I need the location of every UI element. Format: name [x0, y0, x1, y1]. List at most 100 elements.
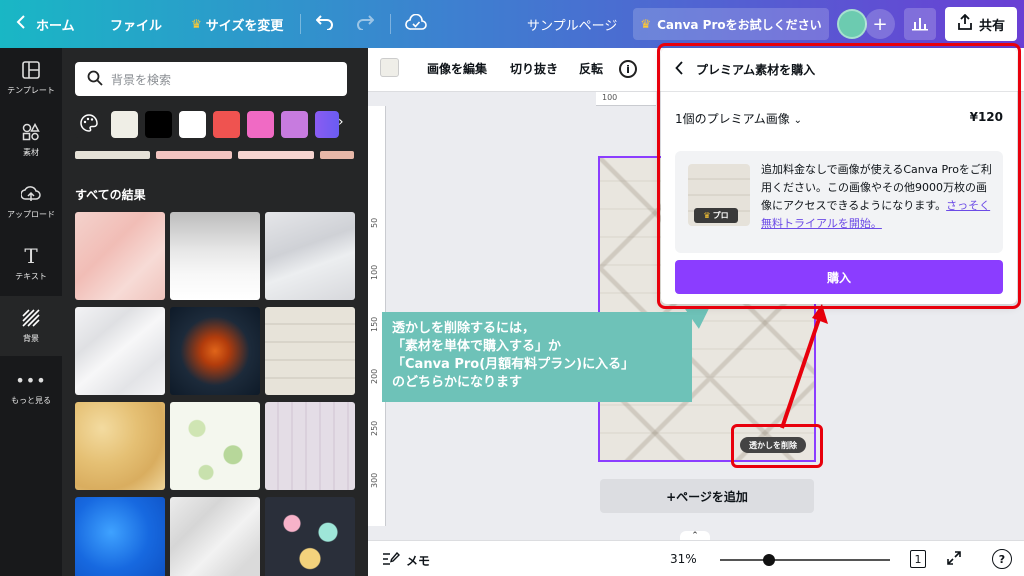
help-icon: ? — [998, 552, 1006, 566]
search-icon — [87, 70, 103, 89]
text-icon: T — [24, 244, 38, 268]
background-thumbnail[interactable] — [265, 212, 355, 300]
share-icon — [957, 13, 973, 34]
background-thumbnail[interactable] — [170, 307, 260, 395]
background-thumbnail[interactable] — [75, 212, 165, 300]
divider — [300, 14, 301, 34]
elements-icon — [21, 122, 41, 142]
background-color-chip[interactable] — [380, 58, 399, 77]
add-collaborator-button[interactable]: + — [865, 9, 895, 39]
resize-label: サイズを変更 — [205, 18, 284, 34]
add-page-button[interactable]: +ページを追加 — [600, 479, 814, 513]
ruler-top: 100 — [596, 92, 656, 106]
template-icon — [21, 60, 41, 80]
notes-button[interactable]: メモ — [382, 551, 431, 569]
pattern-strip[interactable] — [156, 151, 232, 159]
annotation-arrow — [780, 304, 828, 429]
background-thumbnail[interactable] — [170, 402, 260, 490]
bottom-bar: メモ 31% 1 ? — [368, 540, 1024, 576]
page-count: 1 — [914, 552, 922, 566]
crop-button[interactable]: 切り抜き — [510, 60, 558, 77]
zoom-slider-handle[interactable] — [763, 554, 776, 566]
expand-icon — [946, 550, 962, 569]
rail-item-label: テンプレート — [7, 86, 55, 95]
search-input[interactable]: 背景を検索 — [75, 62, 347, 96]
background-thumbnail[interactable] — [75, 307, 165, 395]
insights-button[interactable] — [904, 8, 936, 40]
ruler-label: 100 — [602, 93, 618, 102]
rail-item-label: 素材 — [23, 148, 39, 157]
background-icon — [21, 308, 41, 328]
page-count-button[interactable]: 1 — [910, 550, 926, 568]
rail-item-background[interactable]: 背景 — [0, 296, 62, 356]
document-title[interactable]: サンプルページ — [527, 0, 617, 48]
fullscreen-button[interactable] — [944, 549, 964, 569]
help-button[interactable]: ? — [992, 549, 1012, 569]
try-pro-button[interactable]: ♛ Canva Proをお試しください — [633, 8, 829, 40]
callout-line: 「素材を単体で購入する」か — [392, 339, 562, 354]
search-placeholder: 背景を検索 — [111, 72, 172, 87]
avatar[interactable] — [837, 9, 867, 39]
flip-button[interactable]: 反転 — [579, 60, 603, 77]
ruler-label: 50 — [370, 217, 379, 228]
crown-icon: ♛ — [640, 17, 652, 31]
zoom-level[interactable]: 31% — [670, 552, 697, 566]
color-swatch[interactable] — [179, 111, 206, 138]
undo-button[interactable] — [315, 0, 334, 48]
background-thumbnail[interactable] — [265, 497, 355, 576]
redo-icon — [356, 14, 375, 34]
color-swatch[interactable] — [111, 111, 138, 138]
more-icon: ••• — [15, 370, 47, 390]
file-menu[interactable]: ファイル — [110, 0, 162, 48]
chevron-right-icon[interactable]: › — [338, 114, 344, 130]
background-thumbnail[interactable] — [265, 307, 355, 395]
cloud-save-button[interactable] — [405, 0, 427, 48]
crown-icon: ♛ — [191, 17, 202, 31]
background-thumbnail[interactable] — [170, 212, 260, 300]
ruler-label: 250 — [370, 420, 379, 436]
background-thumbnail[interactable] — [265, 402, 355, 490]
callout-line: 「Canva Pro(月額有料プラン)に入る」 — [392, 357, 635, 372]
edit-image-button[interactable]: 画像を編集 — [427, 60, 487, 77]
color-swatch[interactable] — [247, 111, 274, 138]
info-icon[interactable]: i — [619, 60, 637, 78]
resize-button[interactable]: ♛ サイズを変更 — [191, 0, 283, 48]
highlight-box — [731, 424, 823, 468]
redo-button[interactable] — [356, 0, 375, 48]
try-pro-label: Canva Proをお試しください — [657, 17, 822, 32]
notes-label: メモ — [406, 554, 431, 568]
rail-item-templates[interactable]: テンプレート — [0, 48, 62, 108]
color-swatch[interactable] — [315, 111, 339, 138]
upload-icon — [21, 184, 41, 204]
highlight-box — [657, 43, 1021, 309]
document-title-text: サンプルページ — [527, 18, 618, 34]
share-button[interactable]: 共有 — [945, 7, 1017, 41]
home-button[interactable]: ホーム — [16, 0, 75, 48]
rail-item-label: 背景 — [23, 334, 39, 343]
callout-line: 透かしを削除するには， — [392, 321, 536, 336]
rail-item-label: もっと見る — [11, 396, 51, 405]
color-swatch[interactable] — [213, 111, 240, 138]
background-thumbnail[interactable] — [75, 497, 165, 576]
rail-item-more[interactable]: ••• もっと見る — [0, 358, 62, 418]
cloud-check-icon — [405, 13, 427, 34]
color-swatch[interactable] — [281, 111, 308, 138]
rail-item-uploads[interactable]: アップロード — [0, 172, 62, 232]
rail-item-elements[interactable]: 素材 — [0, 110, 62, 170]
plus-icon: + — [872, 13, 888, 35]
color-picker-button[interactable] — [75, 111, 102, 138]
file-label: ファイル — [110, 18, 163, 34]
zoom-slider[interactable] — [720, 559, 890, 561]
background-thumbnail[interactable] — [170, 497, 260, 576]
pattern-strip[interactable] — [75, 151, 150, 159]
home-label: ホーム — [36, 18, 75, 34]
palette-icon — [79, 113, 99, 136]
pattern-strip[interactable] — [320, 151, 354, 159]
rail-item-text[interactable]: T テキスト — [0, 234, 62, 294]
rail-item-label: アップロード — [7, 210, 55, 219]
top-bar: ホーム ファイル ♛ サイズを変更 サンプルページ ♛ Canva Proをお試… — [0, 0, 1024, 48]
chevron-left-icon — [16, 15, 26, 33]
pattern-strip[interactable] — [238, 151, 314, 159]
background-thumbnail[interactable] — [75, 402, 165, 490]
color-swatch[interactable] — [145, 111, 172, 138]
